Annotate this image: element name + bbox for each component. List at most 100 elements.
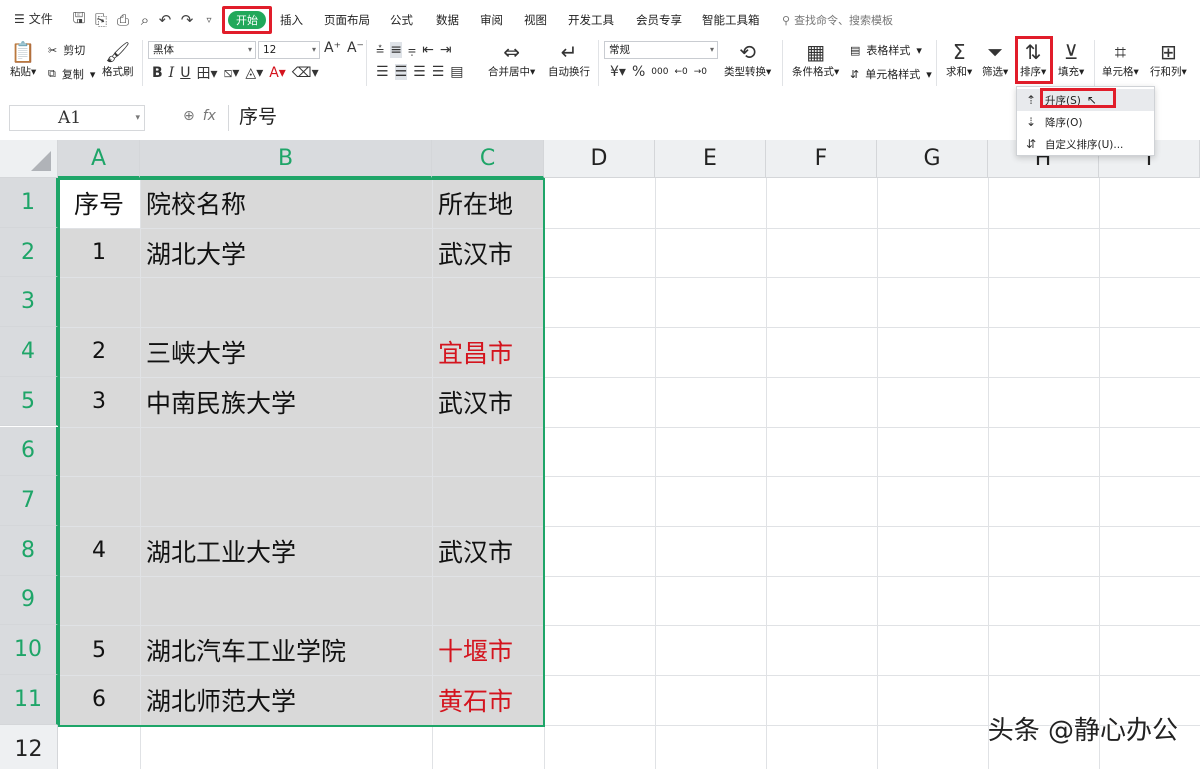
row-header-2[interactable]: 2 — [0, 227, 58, 278]
sort-descending-icon: ⇣ — [1025, 115, 1037, 129]
tab-formula[interactable]: 公式 — [390, 12, 413, 28]
font-color-icon[interactable]: A▾ — [269, 65, 286, 81]
merge-center-button[interactable]: ⇔ 合并居中▾ — [488, 40, 535, 79]
fill-color-icon[interactable]: ⧅▾ — [223, 65, 239, 81]
decrease-font-icon[interactable]: A⁻ — [347, 40, 364, 56]
wrap-text-button[interactable]: ↵ 自动换行 — [548, 40, 590, 79]
file-menu[interactable]: ☰ 文件 — [14, 10, 53, 27]
tab-developer[interactable]: 开发工具 — [568, 12, 614, 28]
align-middle-icon[interactable]: ≡ — [390, 42, 402, 58]
tab-home[interactable]: 开始 — [222, 6, 272, 34]
currency-icon[interactable]: ¥▾ — [610, 64, 626, 80]
row-header-8[interactable]: 8 — [0, 525, 58, 576]
table-style-button[interactable]: ▤ 表格样式 ▾ — [850, 42, 922, 58]
merge-center-label: 合并居中 — [488, 66, 530, 78]
eraser-icon[interactable]: ⌫▾ — [292, 65, 319, 81]
cut-button[interactable]: ✂ 剪切 — [48, 42, 85, 58]
row-header-1[interactable]: 1 — [0, 178, 58, 228]
font-name-select[interactable]: 黑体 ▾ — [148, 41, 256, 59]
tab-review[interactable]: 审阅 — [480, 12, 503, 28]
row-header-7[interactable]: 7 — [0, 476, 58, 526]
paste-button[interactable]: 📋 粘贴▾ — [10, 40, 36, 79]
fx-icon[interactable]: fx — [203, 108, 216, 124]
tab-member[interactable]: 会员专享 — [636, 12, 682, 28]
column-header-b[interactable]: B — [140, 140, 432, 178]
increase-font-icon[interactable]: A⁺ — [324, 40, 341, 56]
custom-sort-item[interactable]: ⇵ 自定义排序(U)... — [1017, 133, 1154, 155]
font-name-value: 黑体 — [153, 44, 174, 56]
sum-button[interactable]: Σ 求和▾ — [946, 40, 972, 79]
tab-insert[interactable]: 插入 — [280, 12, 303, 28]
number-format-select[interactable]: 常规 ▾ — [604, 41, 718, 59]
tab-view[interactable]: 视图 — [524, 12, 547, 28]
cell-button[interactable]: ⌗ 单元格▾ — [1102, 40, 1139, 79]
underline-icon[interactable]: U — [180, 65, 190, 81]
custom-sort-icon: ⇵ — [1025, 137, 1037, 151]
align-center-icon[interactable]: ☰ — [394, 64, 408, 80]
font-size-adjust: A⁺ A⁻ — [324, 40, 364, 56]
align-bottom-icon[interactable]: ⩦ — [408, 42, 416, 58]
save-icon[interactable]: 🖫 — [70, 9, 88, 29]
fill-down-icon: ⊻ — [1063, 40, 1079, 64]
align-left-icon[interactable]: ☰ — [376, 64, 389, 80]
zoom-icon[interactable]: ⊕ — [183, 108, 195, 124]
font-size-select[interactable]: 12 ▾ — [258, 41, 320, 59]
column-header-a[interactable]: A — [58, 140, 140, 178]
file-menu-label: 文件 — [28, 12, 53, 26]
chevron-down-icon: ▾ — [311, 45, 316, 54]
tab-smart-toolbox[interactable]: 智能工具箱 — [702, 12, 760, 28]
increase-decimal-icon[interactable]: ←0 — [674, 67, 687, 77]
column-header-c[interactable]: C — [432, 140, 544, 178]
tab-data[interactable]: 数据 — [436, 12, 459, 28]
distributed-icon[interactable]: ▤ — [450, 64, 463, 80]
conditional-format-button[interactable]: ▦ 条件格式▾ — [792, 40, 839, 79]
row-header-9[interactable]: 9 — [0, 575, 58, 626]
row-header-3[interactable]: 3 — [0, 277, 58, 328]
highlight-icon[interactable]: ◬▾ — [245, 65, 263, 81]
select-all-corner[interactable] — [0, 140, 58, 178]
column-header-e[interactable]: E — [655, 140, 766, 178]
customize-toolbar-icon[interactable]: ▿ — [200, 11, 218, 29]
row-col-button[interactable]: ⊞ 行和列▾ — [1150, 40, 1187, 79]
row-header-10[interactable]: 10 — [0, 625, 58, 675]
row-header-12[interactable]: 12 — [0, 724, 58, 769]
command-search[interactable]: ⚲ 查找命令、搜索模板 — [782, 12, 893, 28]
percent-icon[interactable]: % — [632, 64, 645, 80]
border-icon[interactable]: 田▾ — [196, 63, 217, 83]
type-convert-button[interactable]: ⟲ 类型转换▾ — [724, 40, 771, 79]
filter-label: 筛选 — [982, 66, 1003, 78]
row-header-5[interactable]: 5 — [0, 376, 58, 427]
export-pdf-icon[interactable]: ⎘ — [92, 11, 110, 29]
redo-icon[interactable]: ↷ — [178, 11, 196, 29]
tab-page-layout[interactable]: 页面布局 — [324, 12, 370, 28]
name-box[interactable]: A1 ▾ — [9, 105, 145, 131]
align-right-icon[interactable]: ☰ — [413, 64, 426, 80]
column-header-d[interactable]: D — [544, 140, 655, 178]
row-header-4[interactable]: 4 — [0, 327, 58, 377]
italic-icon[interactable]: I — [169, 65, 175, 81]
outdent-icon[interactable]: ⇤ — [422, 42, 434, 58]
filter-button[interactable]: ⏷ 筛选▾ — [982, 40, 1008, 79]
column-header-f[interactable]: F — [766, 140, 877, 178]
row-header-11[interactable]: 11 — [0, 675, 58, 725]
format-painter-label: 格式刷 — [102, 66, 134, 78]
cell-style-button[interactable]: ⇵ 单元格样式 ▾ — [850, 66, 932, 82]
indent-icon[interactable]: ⇥ — [440, 42, 452, 58]
undo-icon[interactable]: ↶ — [156, 11, 174, 29]
name-box-value: A1 — [58, 108, 82, 128]
column-header-g[interactable]: G — [877, 140, 988, 178]
tab-home-label: 开始 — [228, 11, 266, 29]
ribbon-divider — [936, 40, 937, 86]
row-header-6[interactable]: 6 — [0, 426, 58, 477]
align-top-icon[interactable]: ⩮ — [376, 42, 384, 58]
decrease-decimal-icon[interactable]: →0 — [694, 67, 707, 77]
bold-icon[interactable]: B — [152, 65, 163, 81]
copy-button[interactable]: ⧉ 复制 ▾ — [48, 66, 95, 82]
thousands-icon[interactable]: 000 — [651, 67, 668, 77]
sort-descending-item[interactable]: ⇣ 降序(O) — [1017, 111, 1154, 133]
print-preview-icon[interactable]: ⌕ — [136, 11, 154, 29]
format-painter-button[interactable]: 🖌 格式刷 — [102, 40, 134, 79]
print-icon[interactable]: ⎙ — [114, 11, 132, 29]
fill-button[interactable]: ⊻ 填充▾ — [1058, 40, 1084, 79]
justify-icon[interactable]: ☰ — [432, 64, 445, 80]
